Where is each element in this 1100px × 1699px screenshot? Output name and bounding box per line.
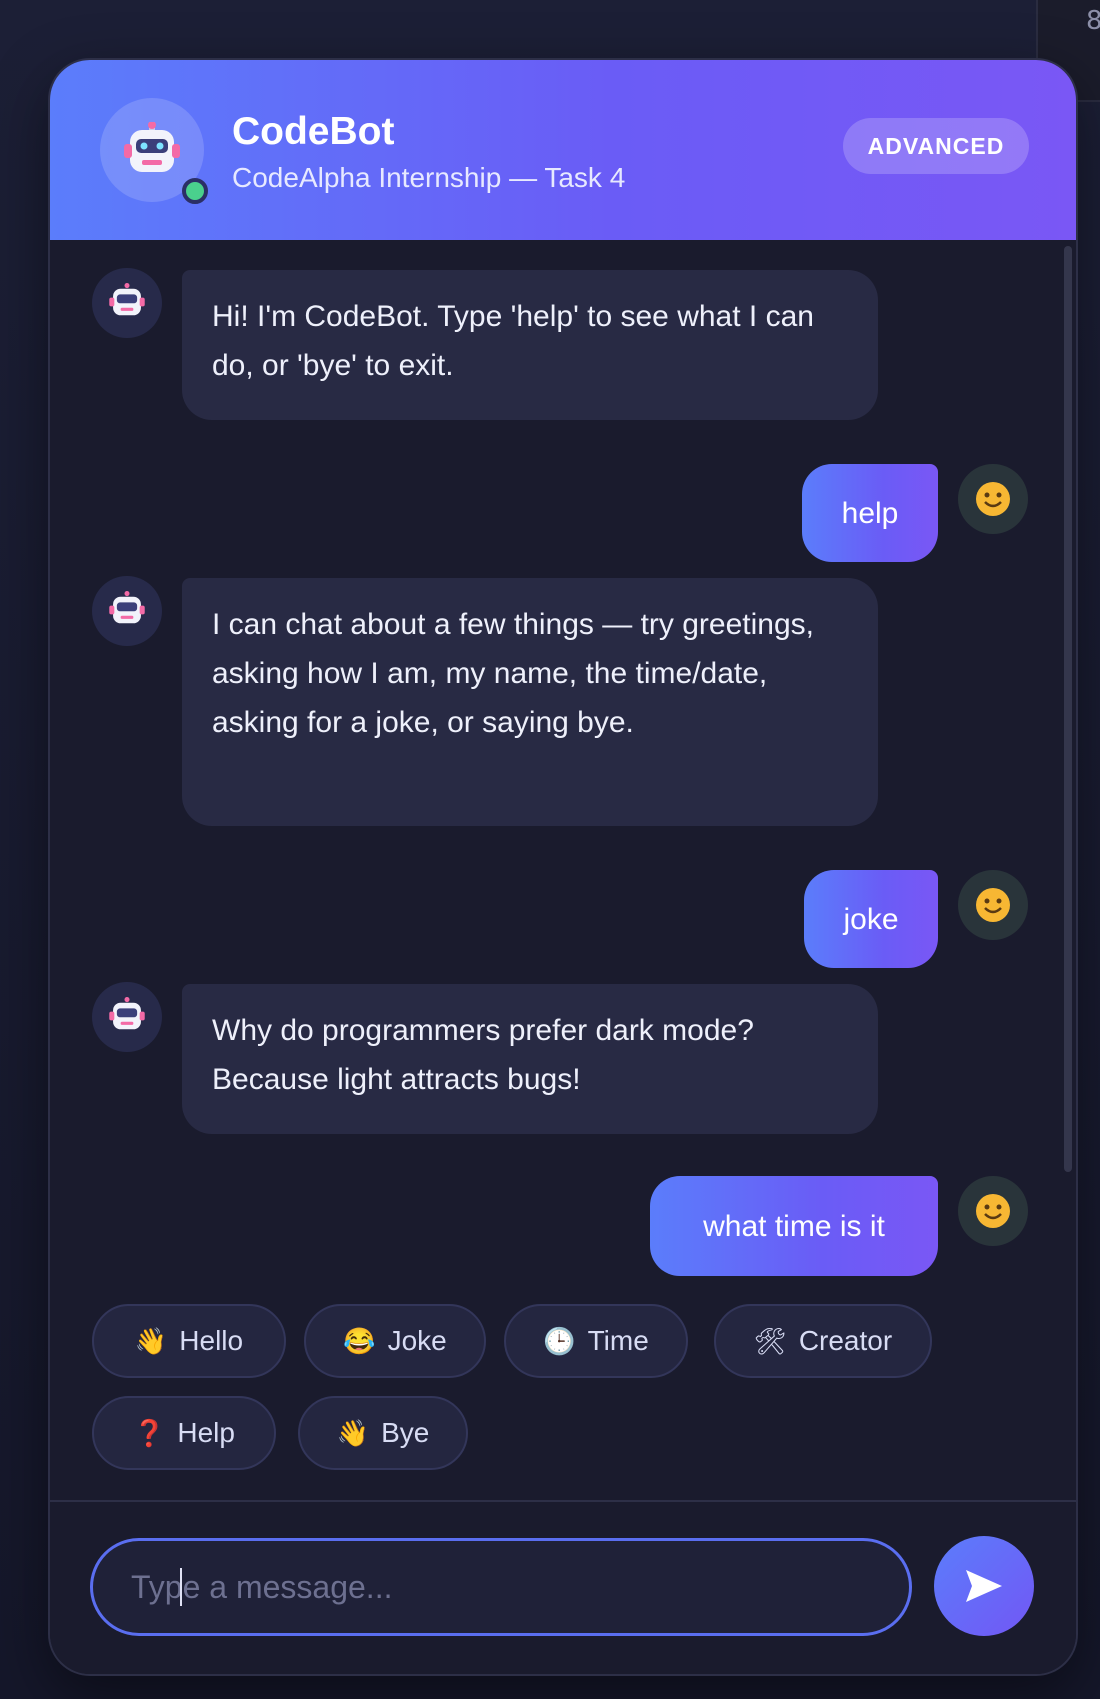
text-caret	[180, 1568, 182, 1606]
robot-icon	[109, 997, 145, 1030]
robot-icon	[109, 591, 145, 624]
mode-badge: ADVANCED	[843, 118, 1029, 174]
chat-header: CodeBot CodeAlpha Internship — Task 4 AD…	[50, 60, 1076, 240]
laughing-face-icon: 😂	[343, 1325, 376, 1356]
bot-avatar	[92, 268, 162, 338]
smiley-icon	[976, 888, 1010, 922]
quick-reply-help[interactable]: ❓ Help	[92, 1396, 276, 1470]
bot-message: Hi! I'm CodeBot. Type 'help' to see what…	[182, 270, 878, 420]
bot-name: CodeBot	[232, 110, 395, 153]
question-mark-icon: ❓	[133, 1417, 166, 1448]
quick-reply-label: Bye	[381, 1417, 430, 1448]
messages-scrollbar[interactable]	[1064, 246, 1072, 1172]
user-message: joke	[804, 870, 938, 968]
quick-reply-joke[interactable]: 😂 Joke	[304, 1304, 486, 1378]
user-avatar	[958, 464, 1028, 534]
quick-reply-label: Help	[177, 1417, 235, 1448]
online-status-dot	[182, 178, 208, 204]
robot-icon	[124, 122, 180, 172]
bot-subtitle: CodeAlpha Internship — Task 4	[232, 162, 626, 193]
user-message: what time is it	[650, 1176, 938, 1276]
quick-reply-label: Joke	[387, 1325, 447, 1356]
bot-avatar	[92, 982, 162, 1052]
chat-window: CodeBot CodeAlpha Internship — Task 4 AD…	[48, 58, 1078, 1676]
send-button[interactable]	[934, 1536, 1034, 1636]
quick-reply-bye[interactable]: 👋 Bye	[298, 1396, 468, 1470]
user-message: help	[802, 464, 938, 562]
quick-reply-label: Time	[587, 1325, 649, 1356]
waving-hand-icon: 👋	[336, 1417, 370, 1448]
bot-message: Why do programmers prefer dark mode? Bec…	[182, 984, 878, 1134]
send-arrow-icon	[966, 1570, 1002, 1602]
robot-icon	[109, 283, 145, 316]
tools-icon: 🛠	[753, 1325, 787, 1356]
bot-avatar	[92, 576, 162, 646]
clock-icon: 🕒	[543, 1325, 576, 1356]
user-avatar	[958, 1176, 1028, 1246]
quick-reply-time[interactable]: 🕒 Time	[504, 1304, 688, 1378]
quick-reply-label: Creator	[798, 1325, 893, 1356]
quick-reply-hello[interactable]: 👋 Hello	[92, 1304, 286, 1378]
message-input[interactable]	[90, 1538, 912, 1636]
waving-hand-icon: 👋	[134, 1325, 168, 1356]
smiley-icon	[976, 1194, 1010, 1228]
corner-widget-glyph: 8	[1086, 6, 1100, 36]
quick-reply-label: Hello	[179, 1325, 244, 1356]
smiley-icon	[976, 482, 1010, 516]
quick-reply-creator[interactable]: 🛠 Creator	[714, 1304, 932, 1378]
user-avatar	[958, 870, 1028, 940]
bot-message: I can chat about a few things — try gree…	[182, 578, 878, 826]
